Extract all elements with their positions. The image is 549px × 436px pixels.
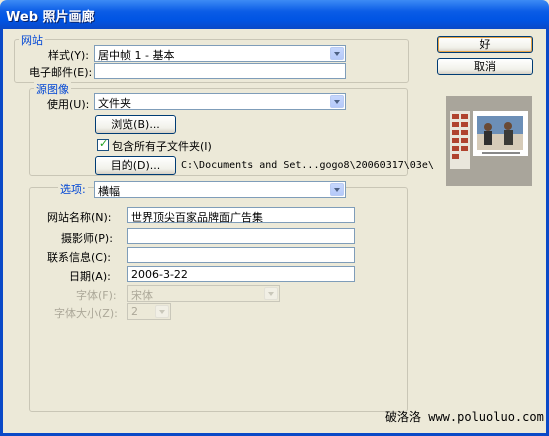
photographer-label: 摄影师(P): [61,232,113,245]
options-legend: 选项: [58,181,88,197]
date-field[interactable]: 2006-3-22 [127,266,355,282]
preview-image [446,96,532,186]
watermark-text: 破洛洛 www.poluoluo.com [385,410,544,424]
font-size-label: 字体大小(Z): [54,307,118,320]
style-select-value: 居中帧 1 - 基本 [98,49,175,62]
chevron-down-icon [264,287,278,300]
options-select-value: 横幅 [98,185,120,198]
email-field[interactable] [94,63,346,79]
style-preview-thumbnail [446,96,532,186]
date-label: 日期(A): [69,270,111,283]
style-label: 样式(Y): [48,49,90,62]
options-select[interactable]: 横幅 [94,181,346,198]
use-select-value: 文件夹 [98,97,131,110]
font-select[interactable]: 宋体 [127,285,280,302]
font-size-select[interactable]: 2 [127,303,171,320]
destination-path: C:\Documents and Set...gogo8\20060317\03… [181,160,434,171]
title-bar[interactable]: Web 照片画廊 [0,0,549,29]
use-label: 使用(U): [47,98,90,111]
contact-field[interactable] [127,247,355,263]
include-subfolders-checkbox[interactable] [97,137,109,151]
cancel-button[interactable]: 取消 [437,58,533,75]
site-name-field[interactable]: 世界顶尖百家品牌面广告集 [127,207,355,224]
destination-button[interactable]: 目的(D)... [95,156,176,175]
chevron-down-icon [155,305,169,318]
browse-button[interactable]: 浏览(B)... [95,115,176,134]
contact-label: 联系信息(C): [47,251,111,264]
source-group-legend: 源图像 [34,81,71,97]
site-group-legend: 网站 [19,32,45,48]
chevron-down-icon [330,183,344,196]
style-select[interactable]: 居中帧 1 - 基本 [94,45,346,62]
chevron-down-icon [330,47,344,60]
font-label: 字体(F): [76,289,117,302]
include-subfolders-label[interactable]: 包含所有子文件夹(I) [112,138,212,154]
chevron-down-icon [330,95,344,108]
use-select[interactable]: 文件夹 [94,93,346,110]
ok-button[interactable]: 好 [437,36,533,53]
window-title: Web 照片画廊 [6,10,95,25]
site-name-label: 网站名称(N): [47,211,112,224]
email-label: 电子邮件(E): [29,66,93,79]
photographer-field[interactable] [127,228,355,244]
